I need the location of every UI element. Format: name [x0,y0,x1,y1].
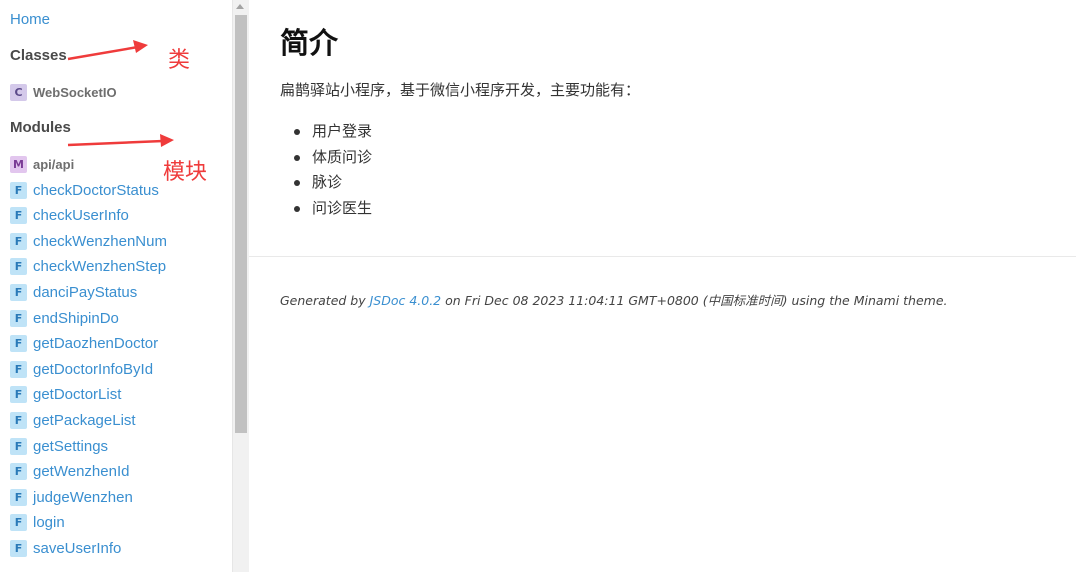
sidebar-scrollbar[interactable] [232,0,249,572]
footer-prefix: Generated by [280,293,370,308]
footer-text: Generated by JSDoc 4.0.2 on Fri Dec 08 2… [280,290,948,309]
feature-item: 体质问诊 [280,145,372,171]
footer-divider [249,256,1076,257]
feature-item: 脉诊 [280,170,372,196]
page-title: 简介 [280,26,339,60]
modules-arrow-icon [67,134,174,147]
modules-annotation: 模块 [163,160,208,185]
feature-item: 问诊医生 [280,196,372,222]
feature-list: 用户登录 体质问诊 脉诊 问诊医生 [280,119,372,221]
classes-annotation: 类 [168,48,191,73]
jsdoc-link[interactable]: JSDoc 4.0.2 [370,293,442,308]
footer-suffix: on Fri Dec 08 2023 11:04:11 GMT+0800 (中国… [441,293,948,308]
scroll-up-arrow-icon[interactable] [236,4,244,9]
classes-arrow-icon [67,40,148,61]
annotation-arrows [67,40,174,147]
main-content: 简介 扁鹊驿站小程序，基于微信小程序开发，主要功能有： 用户登录 体质问诊 脉诊… [249,0,1076,572]
sidebar-nav: Home Classes C WebSocketIO Modules M api… [0,0,232,572]
scrollbar-thumb[interactable] [235,15,247,433]
feature-item: 用户登录 [280,119,372,145]
intro-text: 扁鹊驿站小程序，基于微信小程序开发，主要功能有： [280,81,641,99]
